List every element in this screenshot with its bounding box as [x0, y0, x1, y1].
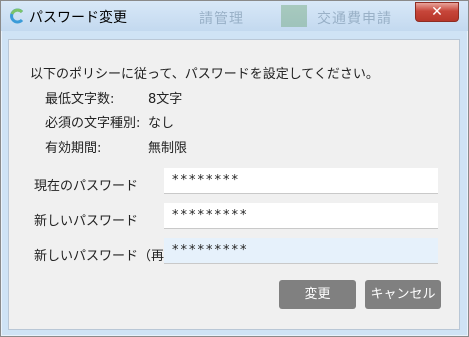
- new-password-field[interactable]: *********: [164, 203, 438, 229]
- confirm-password-label: 新しいパスワード（再）: [34, 249, 178, 264]
- dialog-body: 以下のポリシーに従って、パスワードを設定してください。 最低文字数: 8文字 必…: [8, 39, 460, 330]
- new-password-label: 新しいパスワード: [34, 214, 139, 229]
- background-window-block: [281, 5, 307, 27]
- background-window-text: 請管理: [199, 11, 244, 27]
- policy-label: 必須の文字種別:: [45, 116, 141, 131]
- policy-intro-text: 以下のポリシーに従って、パスワードを設定してください。: [30, 67, 379, 82]
- title-bar[interactable]: 請管理 交通費申請 パスワード変更 ✕: [1, 1, 468, 31]
- policy-value: なし: [148, 116, 175, 131]
- change-button[interactable]: 変更: [279, 280, 356, 309]
- password-change-dialog: 請管理 交通費申請 パスワード変更 ✕ 以下のポリシーに従って、パスワードを設定…: [0, 0, 469, 337]
- policy-label: 最低文字数:: [45, 92, 115, 107]
- current-password-label: 現在のパスワード: [34, 179, 139, 194]
- policy-value: 無制限: [148, 141, 188, 156]
- confirm-password-field[interactable]: *********: [164, 238, 438, 264]
- background-window-text: 交通費申請: [317, 11, 392, 27]
- policy-label: 有効期間:: [45, 141, 102, 156]
- policy-value: 8文字: [148, 92, 183, 107]
- current-password-field[interactable]: ********: [164, 168, 438, 194]
- close-icon: ✕: [431, 4, 443, 20]
- cancel-button[interactable]: キャンセル: [365, 280, 441, 309]
- window-title: パスワード変更: [29, 10, 127, 26]
- app-c-logo-icon: [10, 8, 24, 24]
- close-button[interactable]: ✕: [415, 2, 459, 22]
